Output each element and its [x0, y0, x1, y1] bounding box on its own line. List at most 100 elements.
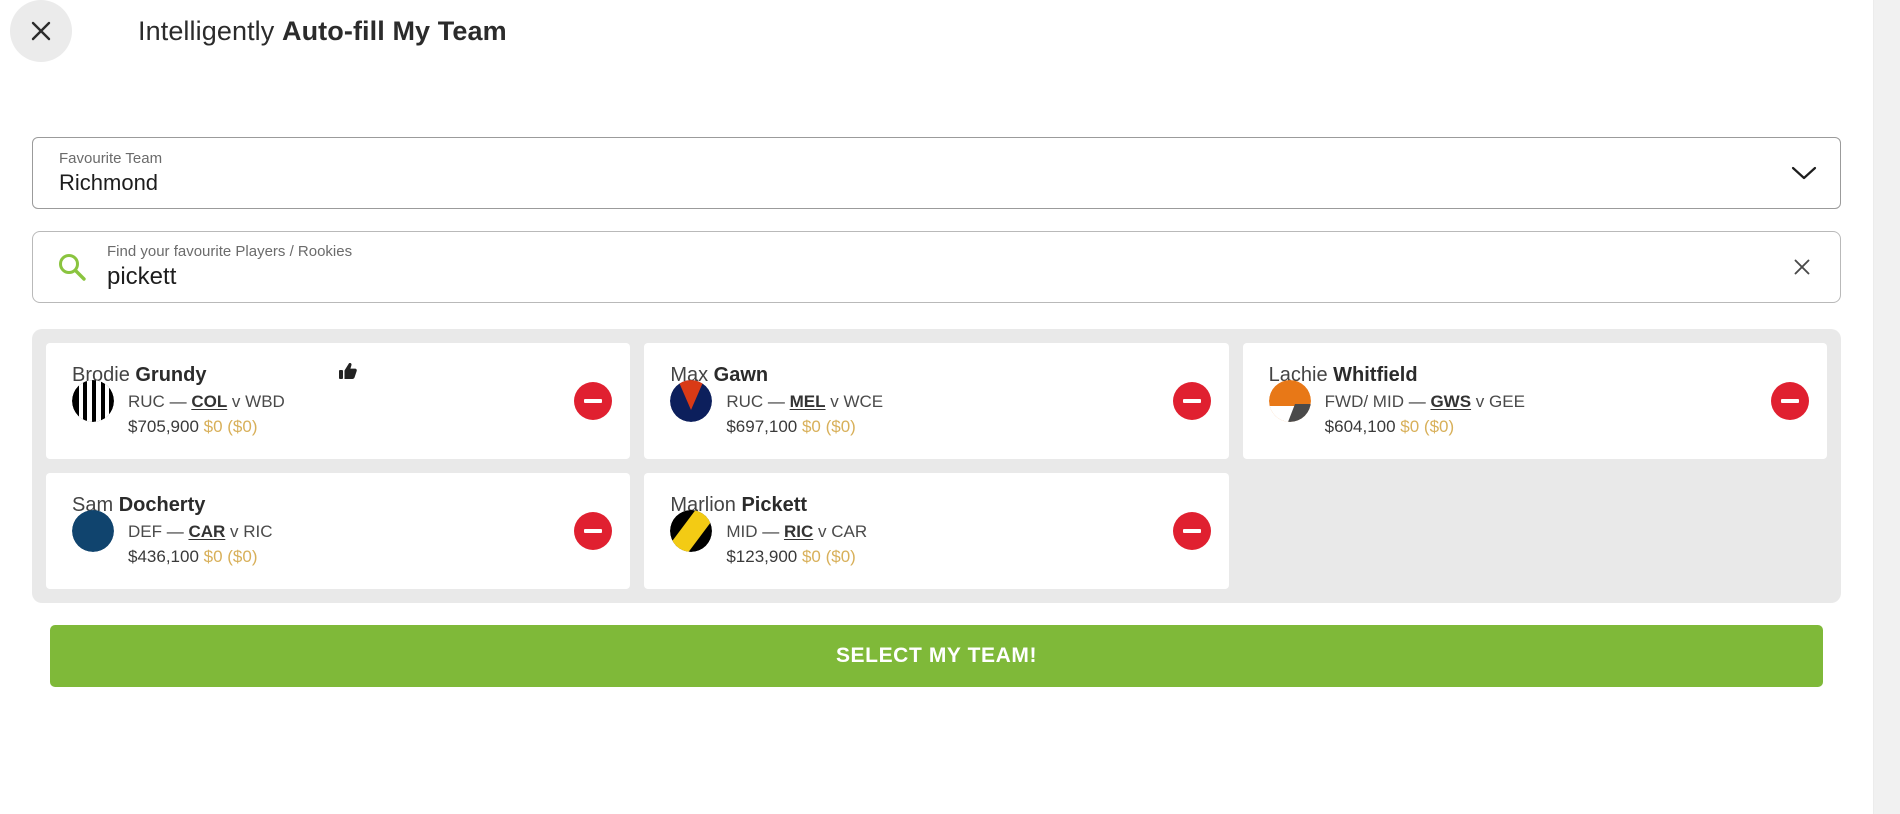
chevron-down-icon[interactable]: [1790, 159, 1818, 187]
minus-circle-icon: [1780, 399, 1799, 403]
close-icon: [30, 20, 52, 42]
page-title-bold: Auto-fill My Team: [281, 15, 507, 46]
player-position: MID: [726, 522, 758, 542]
player-position: RUC: [726, 392, 764, 412]
favourite-team-value: Richmond: [59, 170, 159, 196]
search-floating-label: Find your favourite Players / Rookies: [107, 243, 353, 261]
meta-dash: —: [169, 392, 187, 412]
meta-dash: —: [767, 392, 785, 412]
meta-dash: —: [166, 522, 184, 542]
player-team: RIC: [783, 522, 814, 542]
player-price: $123,900 $0 ($0): [726, 545, 1160, 570]
remove-player-button[interactable]: [574, 382, 613, 420]
versus-label: v: [225, 522, 244, 542]
player-name: Sam Docherty: [72, 492, 562, 519]
favourite-team-select[interactable]: Favourite Team Richmond: [32, 137, 1841, 209]
player-search-field[interactable]: Find your favourite Players / Rookies: [32, 231, 1841, 303]
player-position: FWD/ MID: [1324, 392, 1404, 412]
price-delta: $0 ($0): [801, 547, 856, 566]
versus-label: v: [813, 522, 832, 542]
player-meta: MID — RIC v CAR: [726, 520, 1160, 545]
remove-player-button[interactable]: [574, 512, 613, 550]
versus-label: v: [825, 392, 844, 412]
price-value: $123,900: [726, 547, 798, 566]
versus-label: v: [227, 392, 246, 412]
player-name: Marlion Pickett: [670, 492, 1160, 519]
team-crest-icon: [72, 380, 114, 422]
player-team: COL: [191, 392, 228, 412]
player-last-name: Pickett: [741, 494, 808, 517]
player-position: RUC: [128, 392, 165, 412]
minus-circle-icon: [584, 399, 603, 403]
empty-card-slot: [1243, 473, 1827, 589]
price-delta: $0 ($0): [1400, 417, 1455, 436]
price-delta: $0 ($0): [801, 417, 856, 436]
player-price: $705,900 $0 ($0): [128, 415, 562, 440]
favourite-team-label: Favourite Team: [59, 149, 163, 167]
remove-player-button[interactable]: [1770, 382, 1809, 420]
player-name: Lachie Whitfield: [1269, 362, 1759, 389]
clear-search-button[interactable]: [1784, 249, 1820, 285]
player-meta: DEF — CAR v RIC: [128, 520, 562, 545]
page-scrollbar[interactable]: [1873, 0, 1900, 814]
player-meta: FWD/ MID — GWS v GEE: [1325, 390, 1759, 415]
remove-player-button[interactable]: [1172, 512, 1211, 550]
modal-viewport: Intelligently Auto-fill My Team Favourit…: [0, 0, 1873, 814]
search-texts: Find your favourite Players / Rookies: [107, 244, 1784, 290]
team-crest-icon: [670, 510, 713, 552]
player-card[interactable]: Sam Docherty DEF — CAR v RIC $436,100 $0 (…: [46, 473, 631, 589]
player-last-name: Grundy: [135, 364, 207, 387]
player-card[interactable]: Max Gawn RUC — MEL v WCE $697,100 $0 ($0): [644, 343, 1229, 459]
player-meta: RUC — COL v WBD: [128, 390, 562, 415]
player-team: GWS: [1430, 392, 1472, 412]
submit-area: SELECT MY TEAM!: [0, 603, 1873, 687]
price-value: $697,100: [726, 417, 798, 436]
player-info: Marlion Pickett MID — RIC v CAR $123,900 $…: [670, 492, 1160, 570]
page-title: Intelligently Auto-fill My Team: [138, 16, 507, 47]
player-position: DEF: [128, 522, 162, 542]
player-name: Brodie Grundy: [72, 362, 562, 389]
price-value: $604,100: [1324, 417, 1396, 436]
player-price: $436,100 $0 ($0): [128, 545, 562, 570]
player-last-name: Whitfield: [1333, 364, 1418, 387]
minus-circle-icon: [1182, 529, 1201, 533]
form-area: Favourite Team Richmond Find your favour…: [0, 137, 1873, 303]
thumbs-up-icon[interactable]: [338, 361, 358, 381]
select-my-team-button[interactable]: SELECT MY TEAM!: [50, 625, 1823, 687]
price-value: $436,100: [128, 547, 199, 566]
page-title-prefix: Intelligently: [138, 15, 282, 46]
player-opponent: CAR: [831, 522, 868, 542]
player-results-panel: Brodie Grundy RUC — COL v WBD $705,900 $0 …: [32, 329, 1841, 603]
minus-circle-icon: [584, 529, 603, 533]
player-price: $697,100 $0 ($0): [726, 415, 1160, 440]
player-info: Max Gawn RUC — MEL v WCE $697,100 $0 ($0): [670, 362, 1160, 440]
search-icon: [55, 250, 89, 284]
player-last-name: Gawn: [713, 364, 769, 387]
versus-label: v: [1471, 392, 1490, 412]
player-info: Lachie Whitfield FWD/ MID — GWS v GEE $604…: [1269, 362, 1759, 440]
player-price: $604,100 $0 ($0): [1325, 415, 1759, 440]
minus-circle-icon: [1182, 399, 1201, 403]
team-crest-icon: [72, 510, 114, 552]
player-name: Max Gawn: [670, 362, 1160, 389]
player-team: MEL: [789, 392, 826, 412]
modal-header: Intelligently Auto-fill My Team: [0, 0, 1873, 62]
meta-dash: —: [1408, 392, 1426, 412]
price-delta: $0 ($0): [203, 547, 258, 566]
team-crest-icon: [1268, 380, 1311, 422]
player-info: Sam Docherty DEF — CAR v RIC $436,100 $0 (…: [72, 492, 562, 570]
price-value: $705,900: [128, 417, 199, 436]
close-modal-button[interactable]: [10, 0, 72, 62]
player-card[interactable]: Marlion Pickett MID — RIC v CAR $123,900 $…: [644, 473, 1229, 589]
player-opponent: WCE: [843, 392, 884, 412]
player-opponent: RIC: [243, 522, 273, 542]
player-card[interactable]: Lachie Whitfield FWD/ MID — GWS v GEE $604…: [1242, 343, 1827, 459]
remove-player-button[interactable]: [1172, 382, 1211, 420]
meta-dash: —: [762, 522, 780, 542]
price-delta: $0 ($0): [203, 417, 258, 436]
player-opponent: GEE: [1489, 392, 1525, 412]
player-team: CAR: [188, 522, 226, 542]
player-card[interactable]: Brodie Grundy RUC — COL v WBD $705,900 $0 …: [46, 343, 631, 459]
search-input[interactable]: [107, 263, 1784, 290]
team-crest-icon: [670, 380, 713, 422]
